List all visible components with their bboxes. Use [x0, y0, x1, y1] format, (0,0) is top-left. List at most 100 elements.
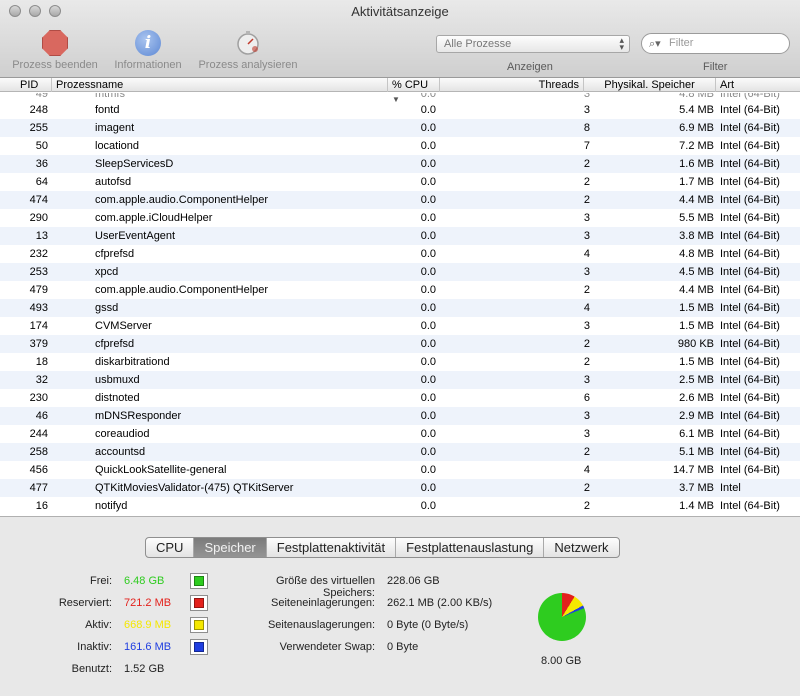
memory-total: 8.00 GB — [541, 655, 582, 667]
column-header-cpu-label: % CPU — [392, 79, 429, 91]
pid-cell: 13 — [35, 230, 48, 242]
vm-stat-value: 262.1 MB (2.00 KB/s) — [387, 597, 493, 609]
process-name-cell: com.apple.iCloudHelper — [95, 212, 213, 224]
memory-cell: 2.5 MB — [679, 374, 714, 386]
process-name-cell: fontd — [95, 104, 120, 116]
process-name-cell: notifyd — [95, 500, 128, 512]
pid-cell: 474 — [29, 194, 48, 206]
type-cell: Intel (64-Bit) — [720, 374, 780, 386]
pid-cell: 493 — [29, 302, 48, 314]
pid-cell: 456 — [29, 464, 48, 476]
threads-cell: 3 — [583, 428, 590, 440]
process-filter-select[interactable]: Alle Prozesse ▴ ▾ — [436, 35, 630, 53]
pid-cell: 16 — [35, 500, 48, 512]
type-cell: Intel (64-Bit) — [720, 158, 780, 170]
table-row-partial[interactable]: 49 mtmfs 0.0 3 4.8 MB Intel (64-Bit) — [0, 93, 800, 101]
column-header-name[interactable]: Prozessname — [52, 78, 388, 92]
cpu-cell: 0.0 — [420, 212, 436, 224]
tab-speicher[interactable]: Speicher — [194, 538, 267, 557]
cpu-cell: 0.0 — [420, 248, 436, 260]
table-row[interactable]: 474 com.apple.audio.ComponentHelper 0.0 2 4.… — [0, 191, 800, 209]
memory-value: 6.48 GB — [124, 575, 165, 587]
memory-cell: 6.9 MB — [679, 122, 714, 134]
memory-cell: 1.7 MB — [679, 176, 714, 188]
process-name-cell: locationd — [95, 140, 140, 152]
table-row[interactable]: 255 imagent 0.0 8 6.9 MB Intel (64-Bit) — [0, 119, 800, 137]
column-header-pid[interactable]: PID — [0, 78, 52, 92]
table-row[interactable]: 244 coreaudiod 0.0 3 6.1 MB Intel (64-Bit) — [0, 425, 800, 443]
vm-stat-label: Größe des virtuellen Speichers: — [275, 575, 375, 599]
process-name-cell: xpcd — [95, 266, 119, 278]
table-row[interactable]: 379 cfprefsd 0.0 2 980 KB Intel (64-Bit) — [0, 335, 800, 353]
threads-cell: 3 — [583, 374, 590, 386]
inspect-process-label: Informationen — [114, 59, 182, 71]
stopwatch-icon — [237, 31, 259, 55]
table-row[interactable]: 290 com.apple.iCloudHelper 0.0 3 5.5 MB Intel… — [0, 209, 800, 227]
threads-cell: 2 — [583, 158, 590, 170]
info-icon: i — [135, 30, 161, 56]
tab-festplattenauslastung[interactable]: Festplattenauslastung — [396, 538, 545, 557]
memory-label: Inaktiv: — [77, 641, 112, 653]
process-name-cell: com.apple.audio.ComponentHelper — [95, 284, 269, 296]
process-rows: 49 mtmfs 0.0 3 4.8 MB Intel (64-Bit) 248… — [0, 93, 800, 515]
memory-value: 1.52 GB — [124, 663, 165, 675]
table-row[interactable]: 493 gssd 0.0 4 1.5 MB Intel (64-Bit) — [0, 299, 800, 317]
table-row[interactable]: 232 cfprefsd 0.0 4 4.8 MB Intel (64-Bit) — [0, 245, 800, 263]
type-cell: Intel (64-Bit) — [720, 176, 780, 188]
inspect-process-button[interactable]: i Informationen — [108, 30, 188, 71]
table-row[interactable]: 258 accountsd 0.0 2 5.1 MB Intel (64-Bit) — [0, 443, 800, 461]
tab-cpu[interactable]: CPU — [146, 538, 195, 557]
tab-festplattenaktivit-t[interactable]: Festplattenaktivität — [267, 538, 397, 557]
pid-cell: 244 — [29, 428, 48, 440]
threads-cell: 6 — [583, 392, 590, 404]
process-name-cell: mDNSResponder — [95, 410, 182, 422]
column-header-threads[interactable]: Threads — [440, 78, 584, 92]
color-swatch[interactable] — [190, 617, 208, 633]
table-row[interactable]: 174 CVMServer 0.0 3 1.5 MB Intel (64-Bit) — [0, 317, 800, 335]
color-swatch[interactable] — [190, 639, 208, 655]
memory-pie-chart — [538, 593, 586, 641]
type-cell: Intel (64-Bit) — [720, 104, 780, 116]
color-swatch[interactable] — [190, 595, 208, 611]
threads-cell: 3 — [583, 104, 590, 116]
table-row[interactable]: 13 UserEventAgent 0.0 3 3.8 MB Intel (64-Bit) — [0, 227, 800, 245]
memory-cell: 3.7 MB — [679, 482, 714, 494]
vm-stat-label: Verwendeter Swap: — [279, 641, 375, 653]
tab-netzwerk[interactable]: Netzwerk — [544, 538, 618, 557]
sample-process-button[interactable]: Prozess analysieren — [194, 30, 302, 71]
table-row[interactable]: 230 distnoted 0.0 6 2.6 MB Intel (64-Bit) — [0, 389, 800, 407]
cpu-cell: 0.0 — [420, 104, 436, 116]
pid-cell: 49 — [35, 93, 48, 100]
quit-process-button[interactable]: Prozess beenden — [8, 30, 102, 71]
table-row[interactable]: 18 diskarbitrationd 0.0 2 1.5 MB Intel (64-Bi… — [0, 353, 800, 371]
table-row[interactable]: 64 autofsd 0.0 2 1.7 MB Intel (64-Bit) — [0, 173, 800, 191]
table-row[interactable]: 477 QTKitMoviesValidator-(475) QTKitServe… — [0, 479, 800, 497]
cpu-cell: 0.0 — [420, 500, 436, 512]
quit-process-label: Prozess beenden — [12, 59, 98, 71]
process-name-cell: distnoted — [95, 392, 140, 404]
color-swatch[interactable] — [190, 573, 208, 589]
table-row[interactable]: 16 notifyd 0.0 2 1.4 MB Intel (64-Bit) — [0, 497, 800, 515]
table-row[interactable]: 46 mDNSResponder 0.0 3 2.9 MB Intel (64-Bit) — [0, 407, 800, 425]
memory-cell: 1.5 MB — [679, 320, 714, 332]
type-cell: Intel (64-Bit) — [720, 266, 780, 278]
table-row[interactable]: 50 locationd 0.0 7 7.2 MB Intel (64-Bit) — [0, 137, 800, 155]
threads-cell: 2 — [583, 194, 590, 206]
cpu-cell: 0.0 — [420, 266, 436, 278]
process-name-cell: gssd — [95, 302, 119, 314]
window-title: Aktivitätsanzeige — [351, 4, 449, 19]
table-row[interactable]: 479 com.apple.audio.ComponentHelper 0.0 2 4.… — [0, 281, 800, 299]
memory-cell: 5.4 MB — [679, 104, 714, 116]
column-header-cpu[interactable]: % CPU ▼ — [388, 78, 440, 104]
table-row[interactable]: 32 usbmuxd 0.0 3 2.5 MB Intel (64-Bit) — [0, 371, 800, 389]
column-header-memory[interactable]: Physikal. Speicher — [584, 78, 716, 92]
table-row[interactable]: 253 xpcd 0.0 3 4.5 MB Intel (64-Bit) — [0, 263, 800, 281]
table-row[interactable]: 36 SleepServicesD 0.0 2 1.6 MB Intel (64-Bit) — [0, 155, 800, 173]
type-cell: Intel (64-Bit) — [720, 446, 780, 458]
table-row[interactable]: 248 fontd 0.0 3 5.4 MB Intel (64-Bit) — [0, 101, 800, 119]
filter-search-field[interactable]: ⌕▾ Filter — [641, 33, 790, 54]
memory-cell: 4.8 MB — [679, 93, 714, 100]
table-row[interactable]: 456 QuickLookSatellite-general 0.0 4 14.7 MB… — [0, 461, 800, 479]
cpu-cell: 0.0 — [420, 446, 436, 458]
column-header-type[interactable]: Art — [716, 78, 800, 92]
